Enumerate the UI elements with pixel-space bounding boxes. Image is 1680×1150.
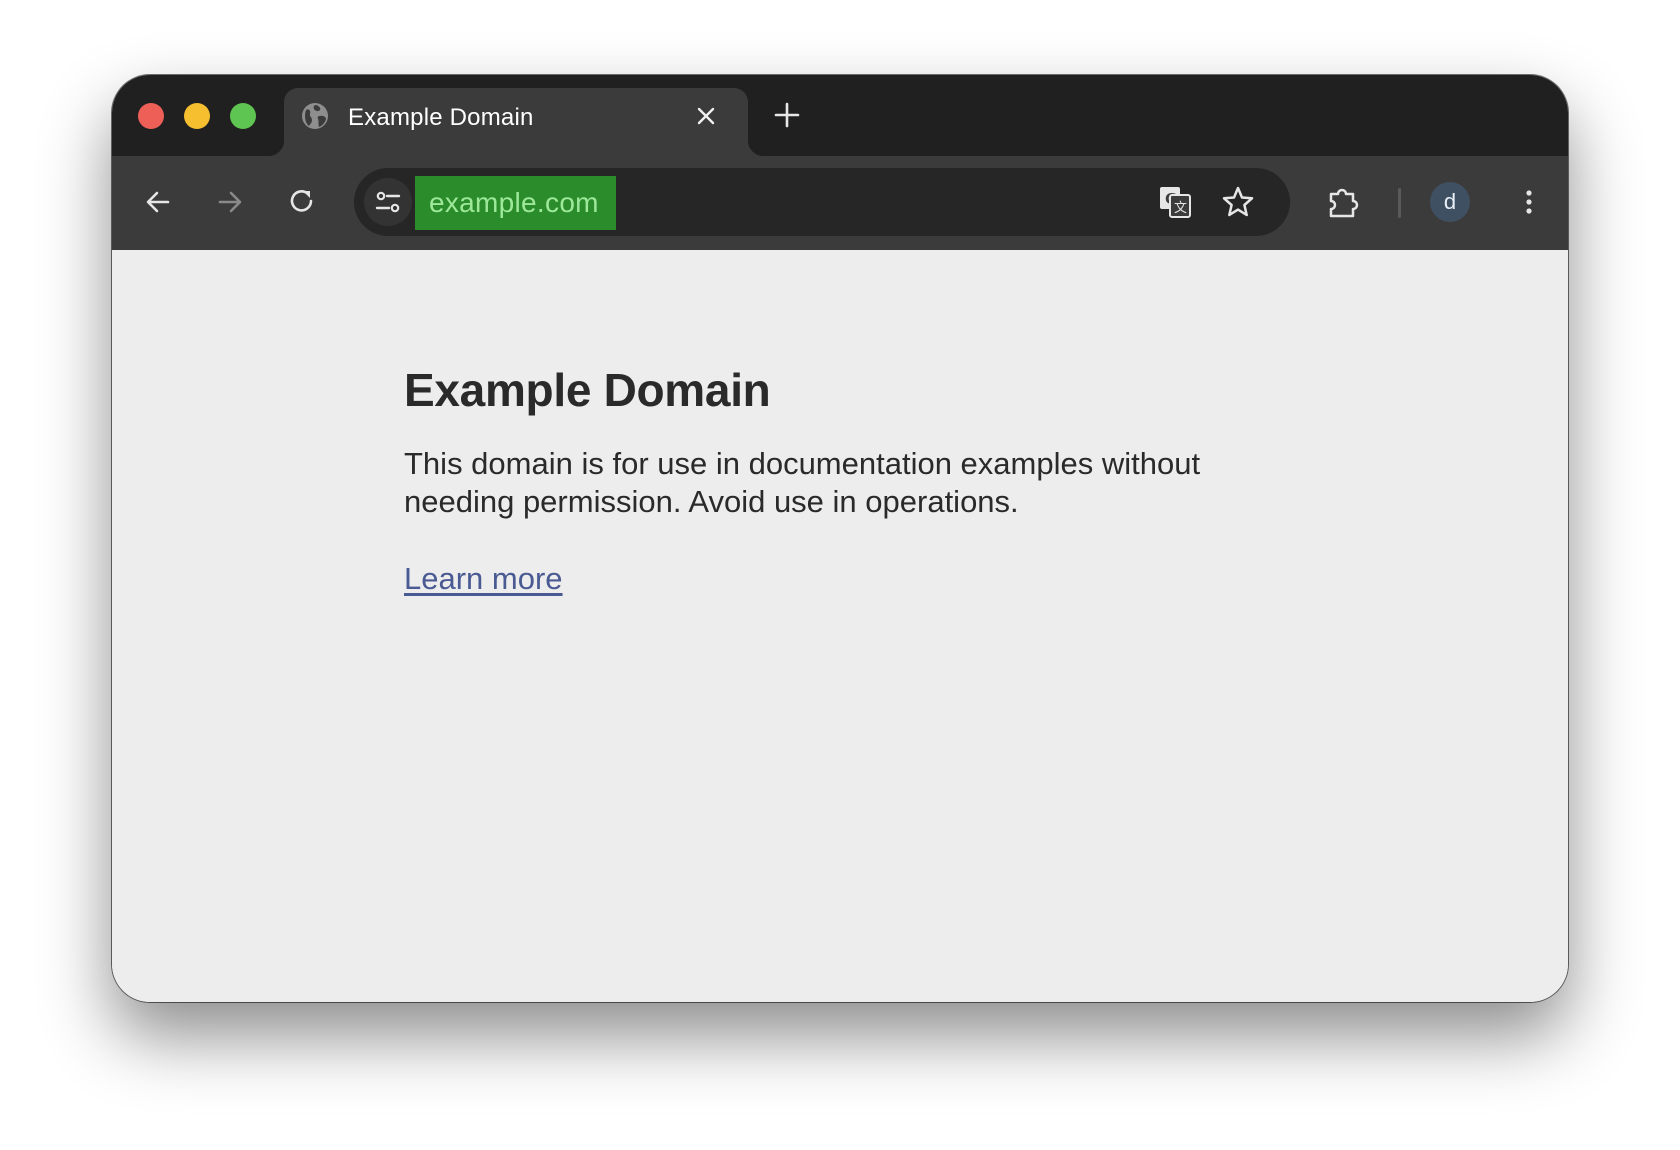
svg-text:文: 文	[1174, 201, 1187, 216]
toolbar-divider	[1398, 188, 1401, 218]
address-bar[interactable]: example.com G 文	[354, 168, 1290, 236]
page-title: Example Domain	[404, 364, 771, 416]
toolbar: example.com G 文 d	[112, 156, 1568, 250]
page-content: Example Domain This domain is for use in…	[112, 250, 1568, 1002]
arrow-right-icon[interactable]	[212, 184, 248, 220]
url-text[interactable]: example.com	[415, 176, 616, 230]
title-bar: Example Domain	[112, 75, 1568, 156]
plus-icon[interactable]	[774, 102, 800, 128]
translate-icon[interactable]: G 文	[1157, 184, 1193, 220]
close-window-button[interactable]	[138, 103, 164, 129]
star-icon[interactable]	[1220, 184, 1256, 220]
minimize-window-button[interactable]	[184, 103, 210, 129]
arrow-left-icon[interactable]	[140, 184, 176, 220]
browser-window: Example Domain example.com 文 d Example D…	[112, 75, 1568, 1002]
site-info-button[interactable]	[364, 178, 412, 226]
reload-icon[interactable]	[284, 184, 320, 220]
tab-example-domain[interactable]: Example Domain	[268, 88, 764, 156]
profile-avatar[interactable]: d	[1430, 182, 1470, 222]
tune-icon	[375, 191, 401, 213]
learn-more-link[interactable]: Learn more	[404, 560, 563, 598]
page-description: This domain is for use in documentation …	[404, 446, 1201, 519]
puzzle-icon[interactable]	[1325, 184, 1361, 220]
tab-title: Example Domain	[348, 104, 534, 131]
maximize-window-button[interactable]	[230, 103, 256, 129]
close-icon[interactable]	[694, 104, 718, 128]
kebab-menu-icon[interactable]	[1517, 184, 1541, 220]
globe-icon	[302, 103, 328, 129]
